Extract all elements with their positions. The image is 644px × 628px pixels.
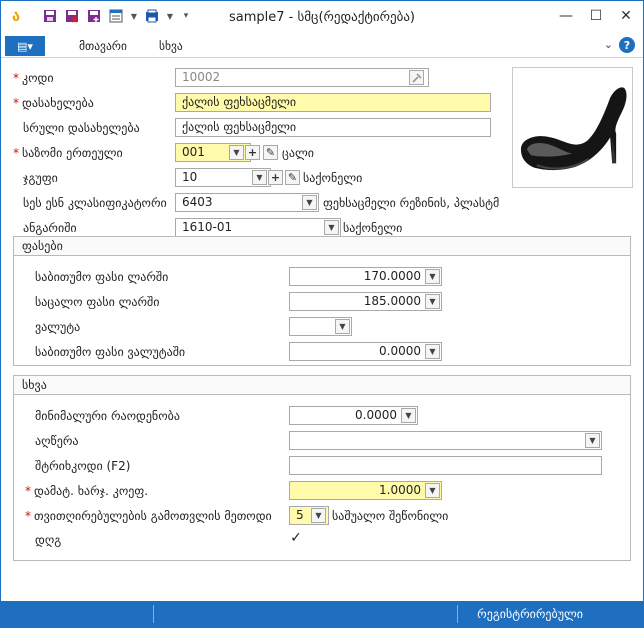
barcode-field[interactable] — [289, 456, 602, 475]
other-group-title: სხვა — [22, 378, 47, 392]
purchase-price-currency-dropdown-icon[interactable]: ▼ — [425, 344, 440, 359]
full-name-label: სრული დასახელება — [23, 121, 140, 135]
name-label: * დასახელება — [13, 96, 94, 110]
extra-coef-field[interactable]: 1.0000 — [289, 481, 442, 500]
purchase-price-dropdown-icon[interactable]: ▼ — [425, 269, 440, 284]
minimize-button[interactable]: — — [551, 4, 581, 28]
other-group-header: სხვა — [14, 376, 630, 395]
purchase-price-currency-label: საბითუმო ფასი ვალუტაში — [35, 345, 186, 359]
product-photo[interactable] — [512, 67, 633, 188]
unit-add-icon[interactable]: + — [245, 145, 260, 160]
cost-method-name-text: საშუალო შეწონილი — [332, 509, 449, 523]
status-separator — [457, 605, 458, 623]
group-add-icon[interactable]: + — [268, 170, 283, 185]
retail-price-label: საცალო ფასი ლარში — [35, 295, 160, 309]
shoe-image — [520, 87, 627, 171]
vat-label: დღგ — [35, 533, 62, 547]
min-qty-dropdown-icon[interactable]: ▼ — [401, 408, 416, 423]
description-field[interactable] — [289, 431, 602, 450]
account-dropdown-icon[interactable]: ▼ — [324, 220, 339, 235]
account-name-text: საქონელი — [343, 221, 403, 235]
retail-price-field[interactable]: 185.0000 — [289, 292, 442, 311]
group-label: ჯგუფი — [23, 171, 58, 185]
status-text: რეგისტრირებული — [477, 607, 583, 621]
extra-coef-label: * დამატ. ხარჯ. კოეფ. — [25, 484, 149, 498]
unit-dropdown-icon[interactable]: ▼ — [229, 145, 244, 160]
unit-edit-icon[interactable]: ✎ — [263, 145, 278, 160]
print-icon[interactable] — [143, 7, 161, 25]
min-qty-label: მინიმალური რაოდენობა — [35, 409, 180, 423]
title-bar: ა ▼ ▼ ▾ sample7 - სმც(რედაქტირება) — ☐ ✕ — [1, 1, 643, 33]
vat-checkbox[interactable]: ✓ — [289, 530, 303, 546]
save-icon[interactable] — [41, 7, 59, 25]
app-window: ა ▼ ▼ ▾ sample7 - სმც(რედაქტირება) — ☐ ✕… — [0, 0, 644, 628]
view-icon[interactable] — [107, 7, 125, 25]
view-dropdown-icon[interactable]: ▼ — [125, 7, 143, 25]
tab-other[interactable]: სხვა — [159, 39, 183, 53]
name-field[interactable]: ქალის ფეხსაცმელი — [175, 93, 491, 112]
hs-code-name-text: ფეხსაცმელი რეზინის, პლასტმ — [323, 196, 500, 210]
help-icon[interactable]: ? — [619, 37, 635, 53]
file-menu-button[interactable]: ▤▾ — [5, 36, 45, 56]
group-edit-icon[interactable]: ✎ — [285, 170, 300, 185]
cost-method-label: * თვითღირებულების გამოთვლის მეთოდი — [25, 509, 272, 523]
currency-label: ვალუტა — [35, 320, 81, 334]
account-label: ანგარიში — [23, 221, 77, 235]
group-name-text: საქონელი — [303, 171, 363, 185]
tab-home[interactable]: მთავარი — [79, 39, 127, 53]
close-button[interactable]: ✕ — [611, 4, 641, 28]
hs-code-dropdown-icon[interactable]: ▼ — [302, 195, 317, 210]
barcode-label: შტრიხკოდი (F2) — [35, 459, 131, 473]
purchase-price-currency-field[interactable]: 0.0000 — [289, 342, 442, 361]
cost-method-dropdown-icon[interactable]: ▼ — [311, 508, 326, 523]
file-menu-icon: ▤▾ — [17, 39, 33, 53]
account-field[interactable]: 1610-01 — [175, 218, 341, 237]
unit-label: * საზომი ერთეული — [13, 146, 123, 160]
ribbon-menu: ▤▾ მთავარი სხვა ⌄ ? — [1, 34, 643, 58]
retail-price-dropdown-icon[interactable]: ▼ — [425, 294, 440, 309]
prices-group-header: ფასები — [14, 237, 630, 256]
purchase-price-field[interactable]: 170.0000 — [289, 267, 442, 286]
code-label: * კოდი — [13, 71, 54, 85]
save-close-icon[interactable] — [63, 7, 81, 25]
unit-name-text: ცალი — [282, 146, 314, 160]
hs-code-field[interactable]: 6403 — [175, 193, 319, 212]
status-bar: რეგისტრირებული — [1, 601, 643, 627]
app-logo-icon: ა — [11, 7, 21, 25]
code-generate-icon[interactable] — [409, 70, 424, 85]
save-new-icon[interactable] — [85, 7, 103, 25]
full-name-field[interactable]: ქალის ფეხსაცმელი — [175, 118, 491, 137]
collapse-ribbon-icon[interactable]: ⌄ — [604, 38, 613, 51]
maximize-button[interactable]: ☐ — [581, 4, 611, 28]
min-qty-field[interactable]: 0.0000 — [289, 406, 418, 425]
prices-group-title: ფასები — [22, 239, 63, 253]
purchase-price-label: საბითუმო ფასი ლარში — [35, 270, 169, 284]
group-dropdown-icon[interactable]: ▼ — [252, 170, 267, 185]
hs-code-label: სეს ესნ კლასიფიკატორი — [23, 196, 167, 210]
extra-coef-dropdown-icon[interactable]: ▼ — [425, 483, 440, 498]
status-separator — [153, 605, 154, 623]
code-field[interactable]: 10002 — [175, 68, 429, 87]
description-dropdown-icon[interactable]: ▼ — [585, 433, 600, 448]
description-label: აღწერა — [35, 434, 79, 448]
customize-toolbar-icon[interactable]: ▾ — [177, 7, 195, 25]
currency-dropdown-icon[interactable]: ▼ — [335, 319, 350, 334]
